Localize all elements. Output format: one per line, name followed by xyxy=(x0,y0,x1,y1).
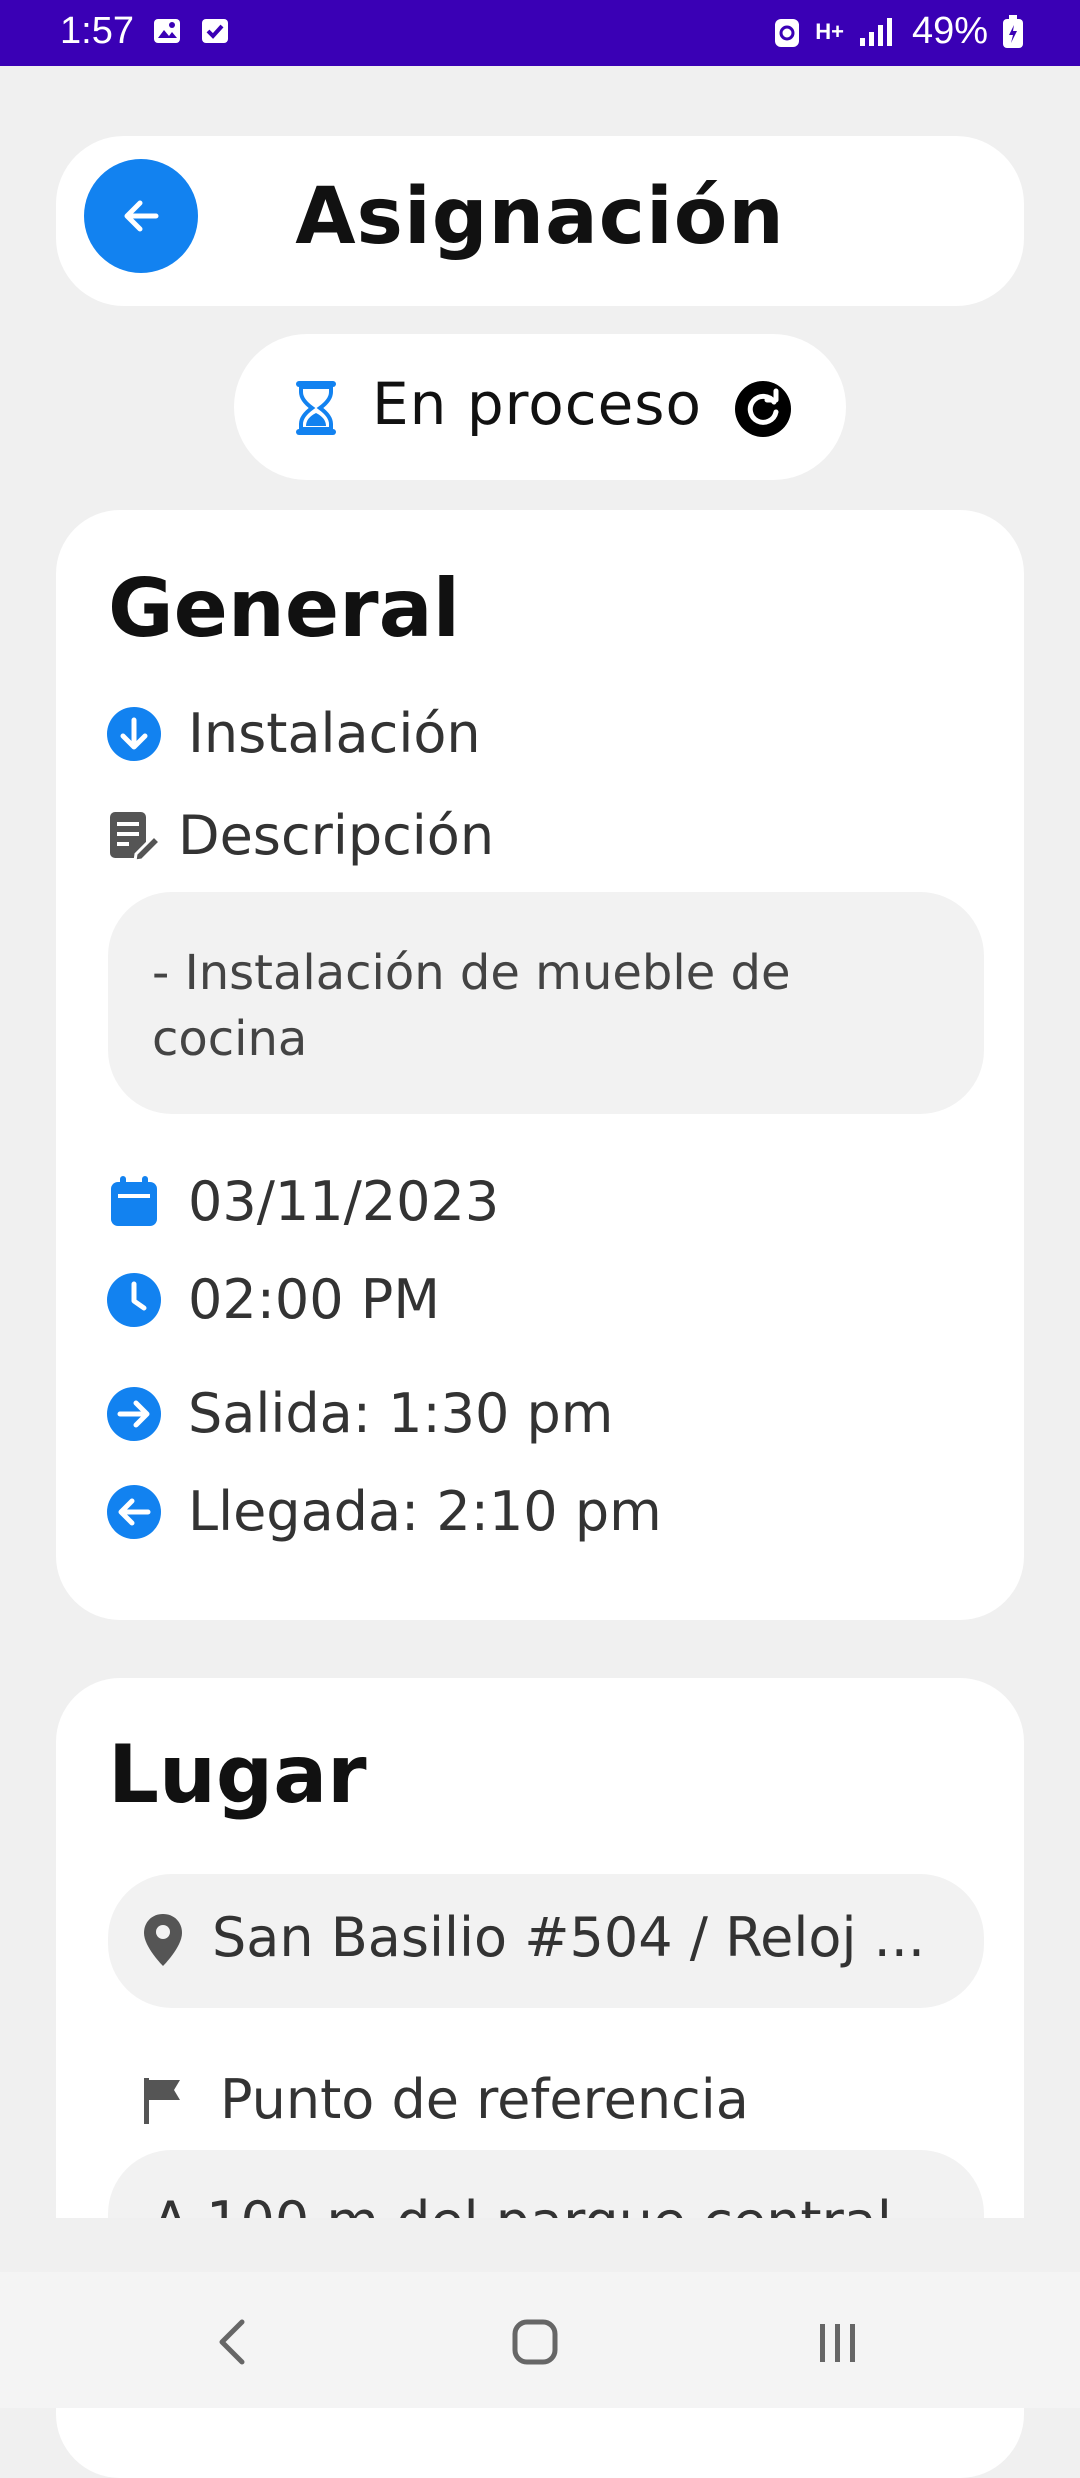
refresh-icon xyxy=(735,381,791,437)
address-box[interactable]: San Basilio #504 / Reloj ... xyxy=(108,1874,984,2008)
location-pin-icon xyxy=(144,1914,182,1966)
nav-home-button[interactable] xyxy=(495,2302,575,2382)
battery-percent: 49% xyxy=(911,10,988,52)
general-title: General xyxy=(108,562,460,655)
checkbox-notification-icon xyxy=(202,19,228,43)
recents-icon xyxy=(820,2324,855,2362)
page-title: Asignación xyxy=(295,172,785,262)
note-edit-icon xyxy=(110,811,162,863)
departure-value: Salida: 1:30 pm xyxy=(188,1382,614,1445)
scroll-edge xyxy=(0,2218,1080,2272)
nav-back-button[interactable] xyxy=(194,2302,274,2382)
date-value: 03/11/2023 xyxy=(188,1170,500,1233)
reference-header: Punto de referencia xyxy=(136,2068,749,2131)
description-text: - Instalación de mueble de cocina xyxy=(152,945,791,1067)
status-bar: 1:57 H+ 49% xyxy=(0,0,1080,66)
header-card: Asignación xyxy=(56,136,1024,306)
nav-recents-button[interactable] xyxy=(798,2302,878,2382)
hourglass-icon xyxy=(296,381,336,435)
general-card: General Instalación Descripción - Instal… xyxy=(56,510,1024,1620)
arrow-left-circle-icon xyxy=(107,1484,161,1539)
time-row: 02:00 PM xyxy=(106,1268,440,1331)
status-pill: En proceso xyxy=(234,334,846,480)
gallery-notification-icon xyxy=(154,19,180,43)
data-saver-icon xyxy=(775,18,800,47)
battery-icon xyxy=(1003,14,1023,48)
description-label: Descripción xyxy=(178,804,495,867)
flag-icon xyxy=(144,2077,180,2124)
arrow-right-circle-icon xyxy=(107,1386,161,1441)
refresh-button[interactable] xyxy=(734,380,792,438)
home-square-icon xyxy=(512,2319,558,2365)
system-nav-bar xyxy=(0,2272,1080,2408)
calendar-icon xyxy=(111,1175,157,1226)
description-header: Descripción xyxy=(106,804,494,867)
reference-label: Punto de referencia xyxy=(220,2068,749,2131)
departure-row: Salida: 1:30 pm xyxy=(106,1382,613,1445)
address-text: San Basilio #504 / Reloj ... xyxy=(212,1906,926,1969)
status-time: 1:57 xyxy=(60,10,134,52)
chevron-left-icon xyxy=(219,2319,245,2365)
place-title: Lugar xyxy=(108,1728,367,1821)
network-type: H+ xyxy=(815,18,844,44)
clock-icon xyxy=(107,1272,161,1327)
time-value: 02:00 PM xyxy=(188,1268,440,1331)
arrow-down-circle-icon xyxy=(107,706,161,761)
assignment-type: Instalación xyxy=(106,702,481,765)
arrival-row: Llegada: 2:10 pm xyxy=(106,1480,662,1543)
date-row: 03/11/2023 xyxy=(106,1170,499,1233)
description-box: - Instalación de mueble de cocina xyxy=(108,892,984,1114)
arrival-value: Llegada: 2:10 pm xyxy=(188,1480,662,1543)
signal-icon xyxy=(859,17,892,46)
status-label: En proceso xyxy=(372,370,702,438)
assignment-type-label: Instalación xyxy=(188,702,481,765)
